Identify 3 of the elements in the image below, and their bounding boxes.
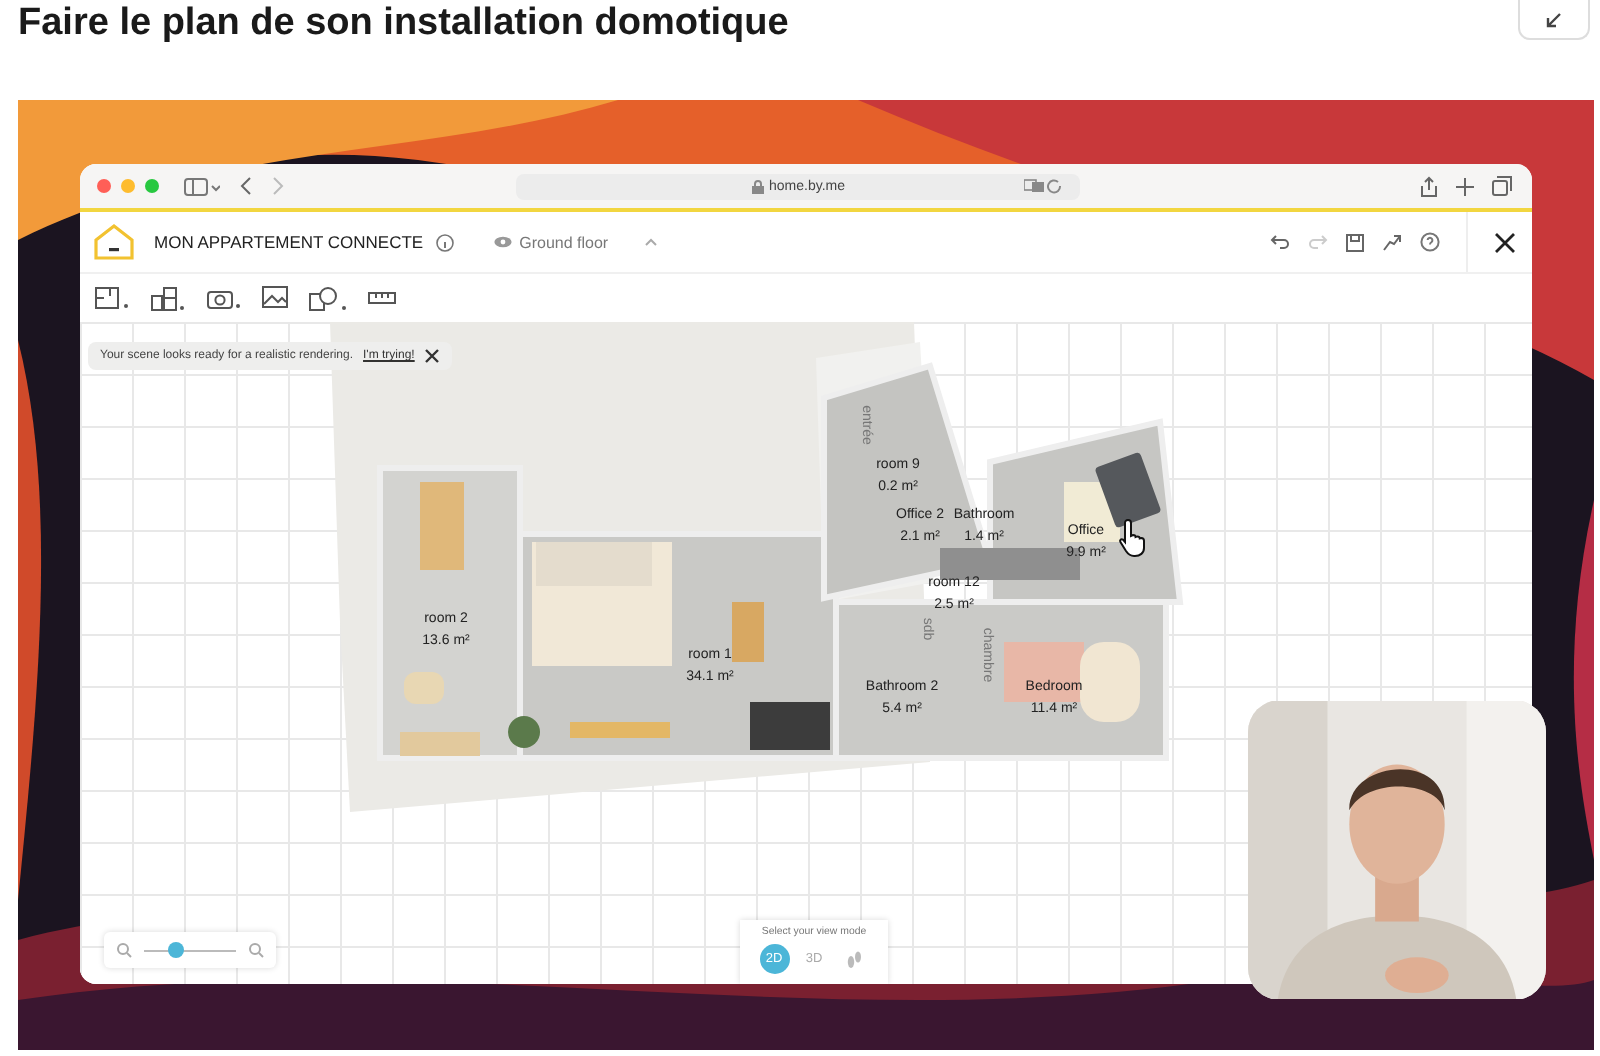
page-title: Faire le plan de son installation domotique <box>18 2 789 46</box>
collapse-button[interactable] <box>1518 0 1590 40</box>
arrow-icon <box>1544 10 1564 30</box>
